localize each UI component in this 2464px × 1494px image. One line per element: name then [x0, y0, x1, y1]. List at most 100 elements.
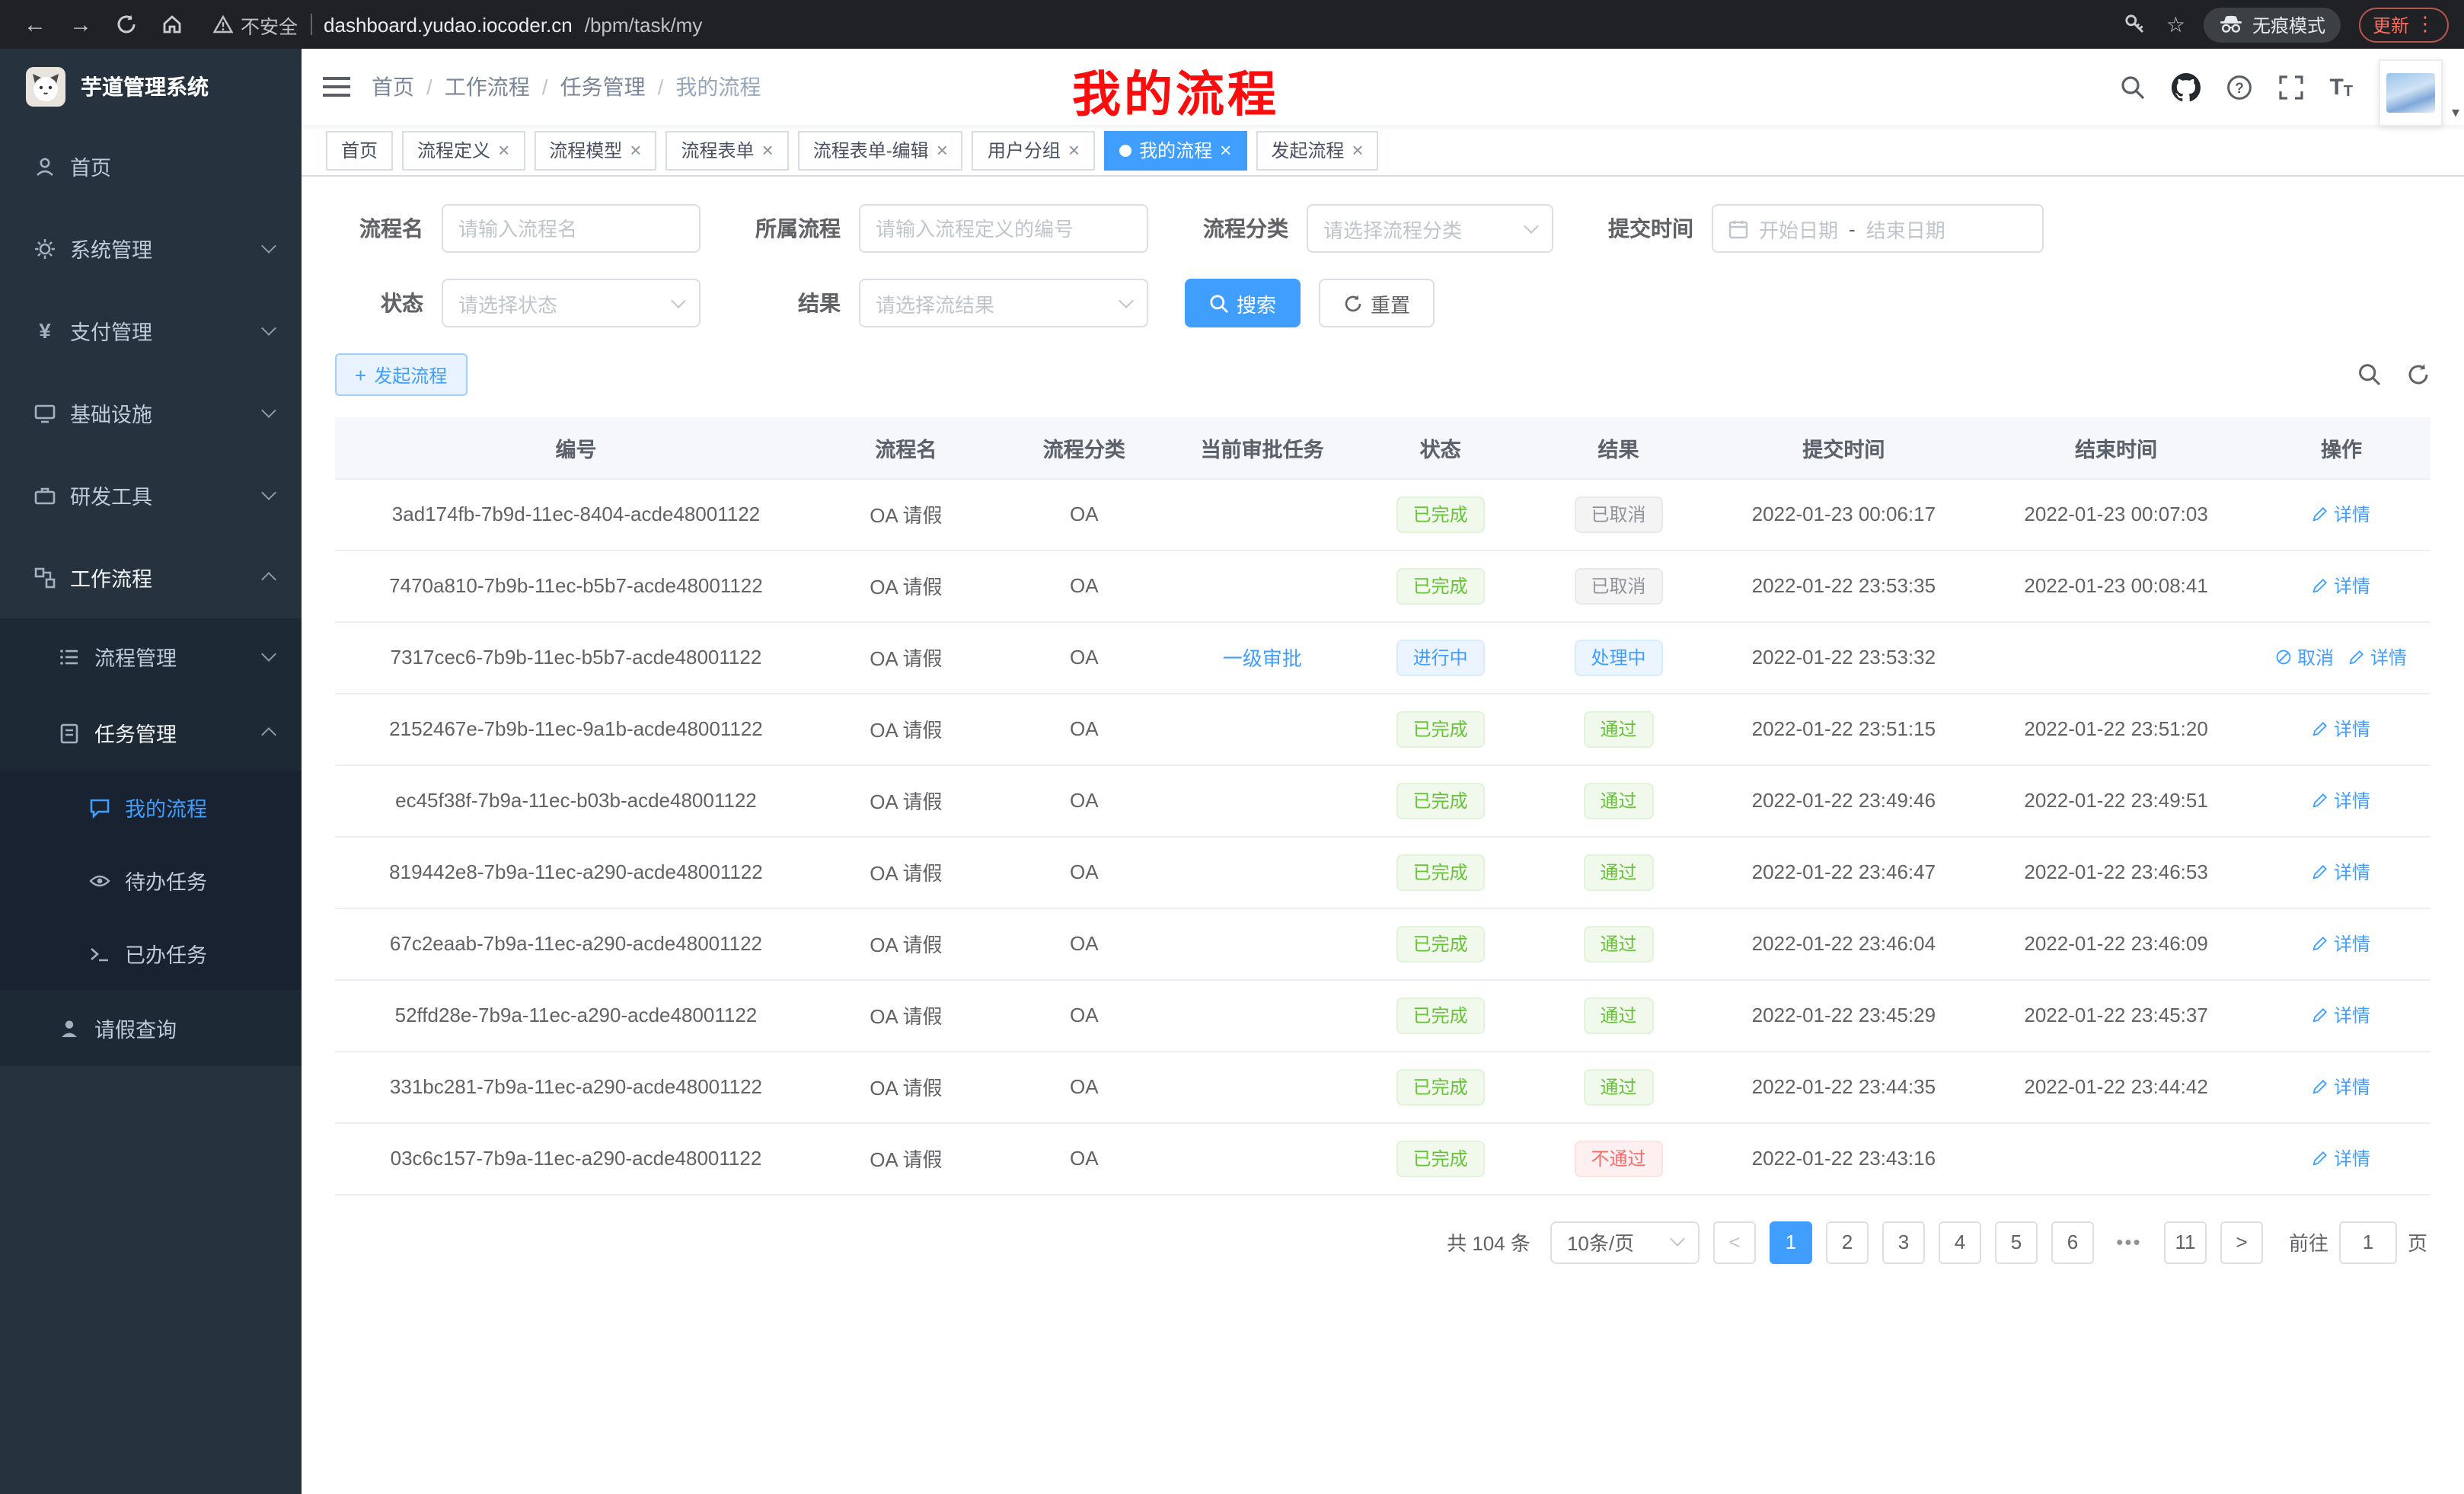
page-button[interactable]: 4 [1939, 1221, 1981, 1263]
detail-action-button[interactable]: 详情 [2312, 787, 2370, 813]
pagination: 共 104 条 10条/页 < 1 2 3 4 5 6 ••• 11 > [335, 1221, 2427, 1263]
home-button[interactable] [152, 5, 192, 44]
current-task-link[interactable]: 一级审批 [1223, 647, 1302, 670]
reset-button[interactable]: 重置 [1319, 279, 1435, 327]
page-button[interactable]: 2 [1826, 1221, 1869, 1263]
tab-process-form[interactable]: 流程表单× [665, 130, 788, 170]
page-size-select[interactable]: 10条/页 [1550, 1221, 1700, 1263]
browser-menu-icon[interactable]: ⋮ [2415, 12, 2435, 37]
back-button[interactable]: ← [15, 5, 55, 44]
cell-actions: 详情 [2252, 550, 2430, 621]
page-button[interactable]: 5 [1995, 1221, 2038, 1263]
goto-page-input[interactable] [2339, 1221, 2397, 1263]
close-icon[interactable]: × [1068, 140, 1080, 160]
detail-action-button[interactable]: 详情 [2312, 716, 2370, 742]
sidebar-item-label: 请假查询 [94, 1013, 177, 1043]
address-bar[interactable]: 不安全 dashboard.yudao.iocoder.cn/bpm/task/… [213, 10, 2115, 39]
close-icon[interactable]: × [630, 140, 641, 160]
cell-end-time: 2022-01-22 23:45:37 [1980, 979, 2252, 1051]
close-icon[interactable]: × [937, 140, 948, 160]
detail-action-button[interactable]: 详情 [2312, 1002, 2370, 1028]
cell-category: OA [995, 908, 1173, 979]
date-range-picker[interactable]: 开始日期 - 结束日期 [1712, 204, 2044, 253]
tab-my-process[interactable]: 我的流程× [1104, 130, 1246, 170]
search-icon[interactable] [2357, 362, 2382, 387]
close-icon[interactable]: × [498, 140, 509, 160]
filter-category: 流程分类 请选择流程分类 [1185, 204, 1553, 253]
category-select[interactable]: 请选择流程分类 [1307, 204, 1553, 253]
next-page-button[interactable]: > [2220, 1221, 2263, 1263]
detail-action-button[interactable]: 详情 [2312, 1145, 2370, 1171]
forward-button[interactable]: → [61, 5, 101, 44]
breadcrumb-item[interactable]: 首页 [372, 72, 414, 102]
page-button[interactable]: 1 [1770, 1221, 1812, 1263]
avatar[interactable]: ▾ [2379, 59, 2443, 126]
sidebar-item-payment[interactable]: ¥ 支付管理 [0, 289, 302, 372]
page-button[interactable]: 3 [1882, 1221, 1925, 1263]
reload-button[interactable] [107, 5, 146, 44]
create-process-button[interactable]: + 发起流程 [335, 353, 467, 396]
sidebar-item-done-tasks[interactable]: 已办任务 [0, 917, 302, 990]
logo[interactable]: 芋道管理系统 [0, 49, 302, 125]
bookmark-star-icon[interactable]: ☆ [2166, 11, 2185, 37]
filter-label: 提交时间 [1590, 213, 1693, 244]
sidebar-item-task-mgmt[interactable]: 任务管理 [0, 694, 302, 771]
tab-user-group[interactable]: 用户分组× [972, 130, 1095, 170]
breadcrumb-item[interactable]: 工作流程 [445, 72, 530, 102]
plus-icon: + [355, 363, 366, 386]
help-icon[interactable]: ? [2226, 74, 2252, 100]
sidebar-item-devtools[interactable]: 研发工具 [0, 454, 302, 536]
page-button[interactable]: 11 [2164, 1221, 2207, 1263]
parent-process-input[interactable] [876, 217, 1131, 240]
github-icon[interactable] [2171, 72, 2200, 101]
sidebar-item-todo-tasks[interactable]: 待办任务 [0, 844, 302, 917]
filter-result: 结果 请选择流结果 [737, 279, 1148, 327]
sidebar-item-workflow[interactable]: 工作流程 [0, 536, 302, 618]
tab-process-definition[interactable]: 流程定义× [402, 130, 525, 170]
sidebar-item-my-process[interactable]: 我的流程 [0, 771, 302, 844]
prev-page-button[interactable]: < [1713, 1221, 1756, 1263]
detail-action-button[interactable]: 详情 [2312, 573, 2370, 599]
browser-update-button[interactable]: 更新 ⋮ [2359, 7, 2449, 42]
breadcrumb-item[interactable]: 任务管理 [560, 72, 646, 102]
fullscreen-icon[interactable] [2277, 74, 2303, 100]
refresh-icon[interactable] [2406, 362, 2430, 387]
tab-process-model[interactable]: 流程模型× [534, 130, 656, 170]
status-badge: 已完成 [1396, 782, 1485, 819]
cell-end-time: 2022-01-23 00:07:03 [1980, 478, 2252, 550]
close-icon[interactable]: × [762, 140, 774, 160]
font-size-icon[interactable]: TT [2329, 74, 2353, 100]
status-select[interactable]: 请选择状态 [442, 279, 701, 327]
page-button[interactable]: 6 [2051, 1221, 2094, 1263]
sidebar-toggle-button[interactable] [323, 75, 350, 99]
search-button[interactable]: 搜索 [1185, 279, 1301, 327]
tab-process-form-edit[interactable]: 流程表单-编辑× [798, 130, 963, 170]
status-badge: 进行中 [1396, 639, 1485, 675]
detail-action-button[interactable]: 详情 [2312, 859, 2370, 885]
sidebar-item-infra[interactable]: 基础设施 [0, 372, 302, 454]
tab-start-process[interactable]: 发起流程× [1256, 130, 1378, 170]
detail-action-button[interactable]: 详情 [2312, 501, 2370, 527]
security-indicator[interactable]: 不安全 [213, 10, 298, 39]
detail-action-button[interactable]: 详情 [2349, 644, 2407, 670]
cancel-action-button[interactable]: 取消 [2276, 644, 2334, 670]
tab-home[interactable]: 首页 [326, 130, 393, 170]
close-icon[interactable]: × [1220, 140, 1231, 160]
process-name-input[interactable] [458, 217, 684, 240]
password-key-icon[interactable] [2124, 12, 2148, 37]
close-icon[interactable]: × [1352, 140, 1363, 160]
result-badge: 已取消 [1575, 567, 1663, 604]
sidebar-item-process-mgmt[interactable]: 流程管理 [0, 618, 302, 694]
sidebar-item-system[interactable]: 系统管理 [0, 207, 302, 289]
cell-process-name: OA 请假 [817, 1051, 995, 1122]
search-icon[interactable] [2119, 74, 2145, 100]
chevron-down-icon [261, 646, 276, 662]
monitor-icon [34, 401, 56, 424]
detail-action-button[interactable]: 详情 [2312, 931, 2370, 956]
sidebar-item-leave-query[interactable]: 请假查询 [0, 990, 302, 1066]
result-select[interactable]: 请选择流结果 [859, 279, 1148, 327]
edit-pencil-icon [2312, 1078, 2329, 1095]
more-pages-button[interactable]: ••• [2108, 1221, 2150, 1263]
sidebar-item-home[interactable]: 首页 [0, 125, 302, 207]
detail-action-button[interactable]: 详情 [2312, 1074, 2370, 1100]
